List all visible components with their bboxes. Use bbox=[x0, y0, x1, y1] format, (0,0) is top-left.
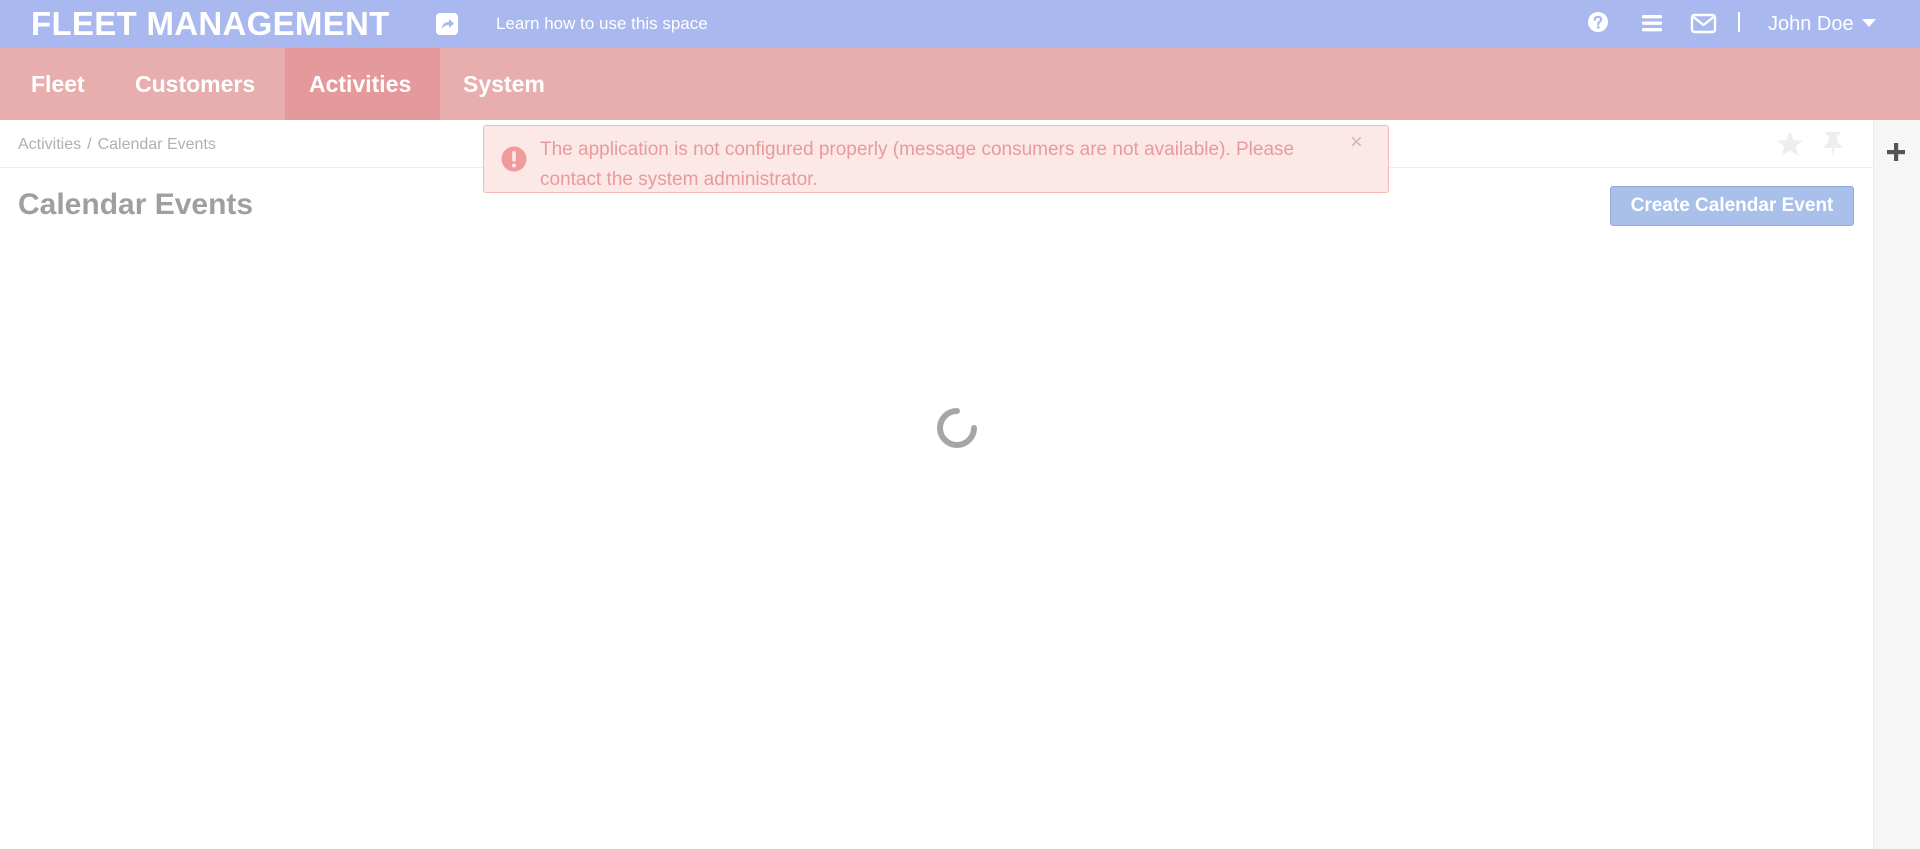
loading-spinner-icon bbox=[934, 405, 980, 456]
error-alert: The application is not configured proper… bbox=[483, 125, 1389, 193]
page-title: Calendar Events bbox=[18, 188, 254, 221]
user-name: John Doe bbox=[1768, 13, 1854, 35]
share-icon[interactable] bbox=[436, 13, 458, 35]
right-sidebar bbox=[1873, 120, 1920, 849]
app-title[interactable]: FLEET MANAGEMENT bbox=[31, 5, 390, 43]
create-calendar-event-button[interactable]: Create Calendar Event bbox=[1610, 186, 1854, 226]
exclamation-circle-icon bbox=[501, 146, 527, 177]
envelope-icon[interactable] bbox=[1690, 12, 1718, 36]
star-icon[interactable] bbox=[1775, 130, 1805, 163]
user-menu[interactable]: John Doe bbox=[1768, 12, 1876, 36]
nav-item-fleet[interactable]: Fleet bbox=[31, 48, 85, 120]
top-bar: FLEET MANAGEMENT Learn how to use this s… bbox=[0, 0, 1920, 48]
breadcrumb-current: Calendar Events bbox=[97, 136, 216, 153]
plus-icon[interactable] bbox=[1884, 140, 1908, 164]
breadcrumb-activities[interactable]: Activities bbox=[18, 136, 81, 153]
nav-item-customers[interactable]: Customers bbox=[135, 48, 255, 120]
breadcrumb: Activities / Calendar Events bbox=[18, 136, 216, 154]
help-icon[interactable] bbox=[1586, 12, 1610, 36]
learn-how-link[interactable]: Learn how to use this space bbox=[496, 14, 708, 34]
pin-icon[interactable] bbox=[1822, 130, 1844, 163]
close-icon[interactable]: × bbox=[1350, 130, 1363, 154]
alert-message: The application is not configured proper… bbox=[540, 139, 1295, 190]
top-bar-divider bbox=[1738, 12, 1740, 32]
main-navigation: Fleet Customers Activities System bbox=[0, 48, 1920, 120]
breadcrumb-separator: / bbox=[87, 136, 92, 153]
caret-down-icon bbox=[1861, 18, 1876, 27]
nav-item-system[interactable]: System bbox=[463, 48, 545, 120]
nav-item-activities[interactable]: Activities bbox=[285, 48, 440, 120]
list-menu-icon[interactable] bbox=[1640, 12, 1664, 36]
